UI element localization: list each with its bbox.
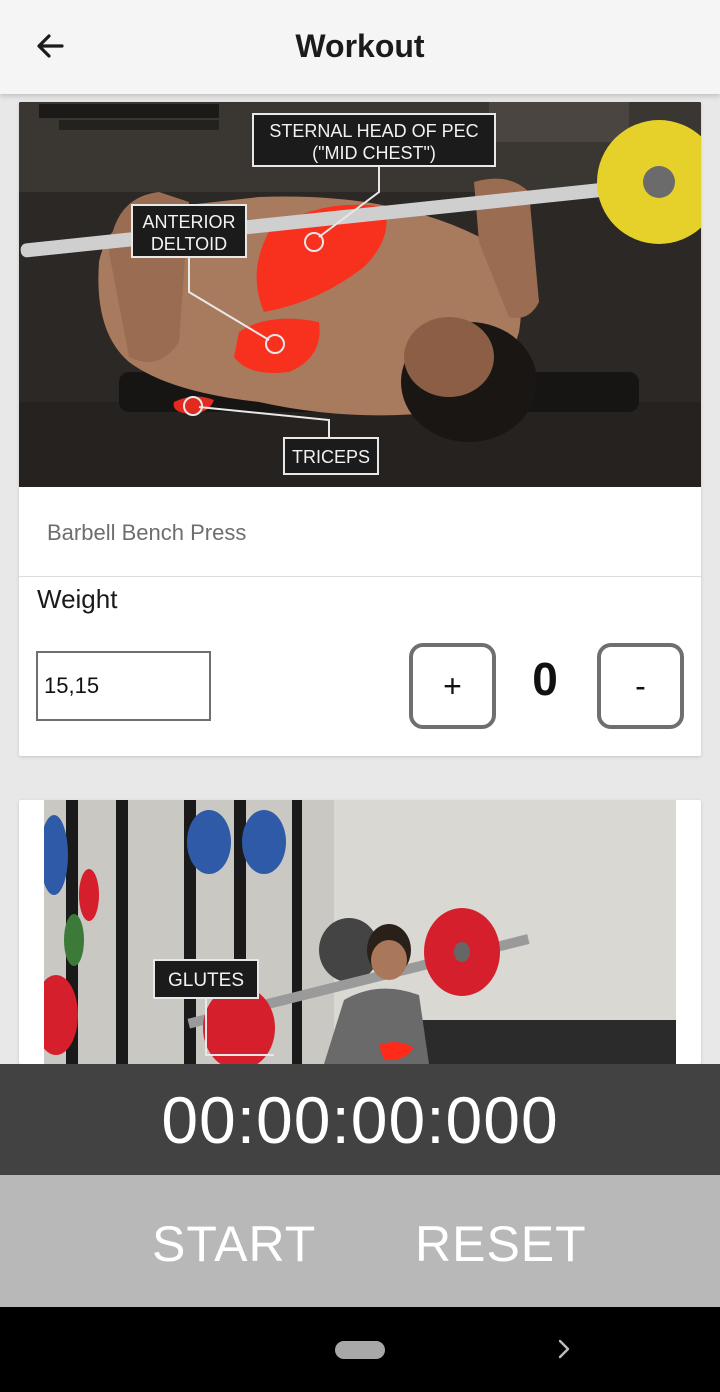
deltoid-label-line2: DELTOID — [151, 234, 227, 254]
exercise-image: STERNAL HEAD OF PEC ("MID CHEST") ANTERI… — [19, 102, 701, 487]
set-counter: 0 — [532, 653, 558, 705]
glutes-label: GLUTES — [168, 970, 244, 991]
exercise-card: GLUTES — [19, 800, 701, 1064]
home-pill-icon[interactable] — [335, 1341, 385, 1359]
start-button[interactable]: START — [152, 1215, 316, 1273]
exercise-image: GLUTES — [44, 800, 676, 1064]
app-bar: Workout — [0, 0, 720, 94]
sternal-label-line1: STERNAL HEAD OF PEC — [269, 121, 478, 141]
sternal-label-line2: ("MID CHEST") — [312, 143, 436, 163]
system-nav-bar — [0, 1307, 720, 1392]
increment-button[interactable]: + — [409, 643, 496, 729]
reset-button[interactable]: RESET — [415, 1215, 587, 1273]
weight-input[interactable] — [36, 651, 211, 721]
exercise-name: Barbell Bench Press — [47, 520, 247, 545]
page-title: Workout — [295, 28, 425, 64]
timer-display: 00:00:00:000 — [0, 1064, 720, 1175]
weight-label: Weight — [37, 584, 118, 614]
triceps-label: TRICEPS — [292, 447, 370, 467]
timer-text: 00:00:00:000 — [161, 1082, 559, 1157]
chevron-right-icon[interactable] — [553, 1338, 575, 1360]
decrement-button[interactable]: - — [597, 643, 684, 729]
divider — [19, 576, 701, 577]
deltoid-label-line1: ANTERIOR — [142, 212, 235, 232]
timer-controls: START RESET — [0, 1175, 720, 1307]
exercise-card: STERNAL HEAD OF PEC ("MID CHEST") ANTERI… — [19, 102, 701, 756]
